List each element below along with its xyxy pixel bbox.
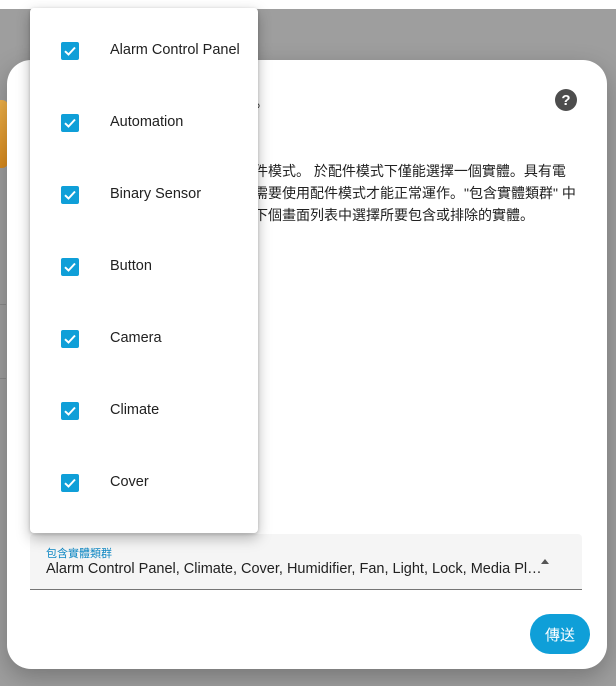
menu-item-binary-sensor[interactable]: Binary Sensor — [30, 159, 258, 231]
include-domains-label: 包含實體類群 — [46, 548, 112, 560]
menu-item-cover[interactable]: Cover — [30, 447, 258, 519]
checkbox-checked-icon[interactable] — [61, 258, 79, 276]
menu-item-alarm-control-panel[interactable]: Alarm Control Panel — [30, 15, 258, 87]
background-divider — [0, 304, 6, 305]
checkbox-checked-icon[interactable] — [61, 474, 79, 492]
submit-button[interactable]: 傳送 — [530, 614, 590, 654]
checkbox-checked-icon[interactable] — [61, 330, 79, 348]
include-domains-value: Alarm Control Panel, Climate, Cover, Hum… — [46, 561, 546, 577]
help-icon[interactable]: ? — [555, 89, 577, 111]
checkbox-checked-icon[interactable] — [61, 402, 79, 420]
menu-item-climate[interactable]: Climate — [30, 375, 258, 447]
description-line: 下個畫面列表中選擇所要包含或排除的實體。 — [254, 207, 534, 223]
chevron-up-icon — [541, 559, 549, 564]
checkbox-checked-icon[interactable] — [61, 186, 79, 204]
menu-item-label: Cover — [110, 474, 149, 490]
menu-item-button[interactable]: Button — [30, 231, 258, 303]
checkbox-checked-icon[interactable] — [61, 42, 79, 60]
domain-dropdown-menu: Alarm Control Panel Automation Binary Se… — [30, 8, 258, 533]
menu-item-label: Binary Sensor — [110, 186, 202, 202]
menu-item-label: Button — [110, 258, 152, 274]
description-line: 件模式。 於配件模式下僅能選擇一個實體。具有電 — [254, 163, 566, 179]
description-line: 需要使用配件模式才能正常運作。"包含實體類群" 中 — [254, 185, 576, 201]
menu-item-label: Alarm Control Panel — [110, 42, 240, 58]
menu-item-label: Camera — [110, 330, 162, 346]
include-domains-select[interactable]: 包含實體類群 Alarm Control Panel, Climate, Cov… — [30, 534, 582, 590]
menu-item-automation[interactable]: Automation — [30, 87, 258, 159]
menu-item-camera[interactable]: Camera — [30, 303, 258, 375]
menu-item-label: Automation — [110, 114, 184, 130]
checkbox-checked-icon[interactable] — [61, 114, 79, 132]
dialog-description: 件模式。 於配件模式下僅能選擇一個實體。具有電 需要使用配件模式才能正常運作。"… — [254, 160, 584, 226]
menu-item-label: Climate — [110, 402, 160, 418]
background-divider — [0, 378, 6, 379]
